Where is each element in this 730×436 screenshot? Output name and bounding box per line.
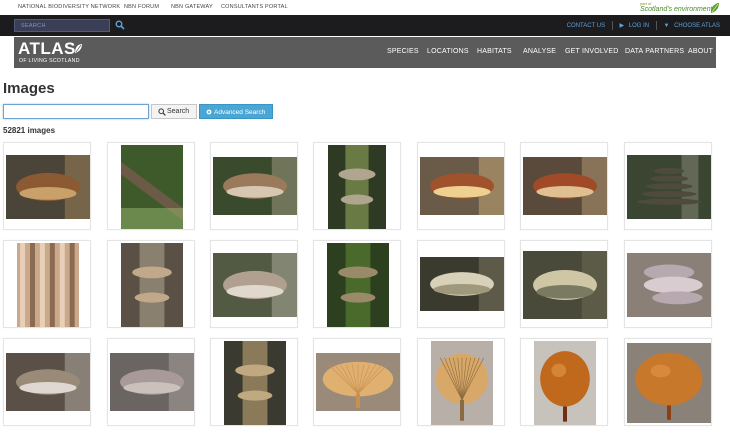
fungus-photo bbox=[121, 243, 183, 327]
image-thumbnail[interactable] bbox=[417, 142, 505, 230]
atlas-logo[interactable]: ATLAS OF LIVING SCOTLAND bbox=[18, 39, 108, 67]
chevron-right-icon: ▶ bbox=[619, 23, 625, 29]
image-thumbnail[interactable] bbox=[520, 338, 608, 426]
nav-item-locations[interactable]: LOCATIONS bbox=[427, 48, 469, 55]
nav-item-species[interactable]: SPECIES bbox=[387, 48, 419, 55]
divider bbox=[655, 21, 657, 30]
image-thumbnail[interactable] bbox=[210, 142, 298, 230]
chevron-down-icon: ▼ bbox=[663, 22, 670, 29]
fungus-photo bbox=[627, 155, 711, 219]
fungus-photo bbox=[431, 341, 493, 425]
image-thumbnail[interactable] bbox=[3, 142, 91, 230]
image-thumbnail[interactable] bbox=[417, 338, 505, 426]
image-thumbnail[interactable] bbox=[3, 240, 91, 328]
top-bar: SEARCH CONTACT US ▶ LOG IN ▼ CHOOSE ATLA… bbox=[0, 15, 730, 36]
fungus-photo bbox=[6, 155, 90, 219]
fungus-photo bbox=[213, 253, 297, 317]
search-icon[interactable] bbox=[115, 20, 125, 30]
scotlands-environment-logo[interactable]: part of Scotland's environment bbox=[640, 1, 720, 15]
fungus-photo bbox=[420, 157, 504, 215]
nav-item-get-involved[interactable]: GET INVOLVED bbox=[565, 48, 619, 55]
util-link-forum[interactable]: NBN FORUM bbox=[124, 4, 159, 10]
leaf-icon bbox=[75, 44, 82, 53]
fungus-photo bbox=[327, 243, 389, 327]
image-thumbnail[interactable] bbox=[624, 142, 712, 230]
nav-item-habitats[interactable]: HABITATS bbox=[477, 48, 512, 55]
fungus-photo bbox=[110, 353, 194, 411]
main-nav: ATLAS OF LIVING SCOTLAND SPECIES LOCATIO… bbox=[14, 37, 716, 68]
image-thumbnail[interactable] bbox=[107, 338, 195, 426]
image-thumbnail[interactable] bbox=[313, 240, 401, 328]
fungus-photo bbox=[627, 253, 711, 317]
fungus-photo bbox=[6, 353, 90, 411]
fungus-photo bbox=[534, 341, 596, 425]
utility-bar: NATIONAL BIODIVERSITY NETWORK NBN FORUM … bbox=[0, 0, 730, 15]
fungus-photo bbox=[224, 341, 286, 425]
util-link-consultants[interactable]: CONSULTANTS PORTAL bbox=[221, 4, 288, 10]
fungus-photo bbox=[523, 251, 607, 319]
leaf-icon bbox=[711, 3, 719, 13]
util-link-gateway[interactable]: NBN GATEWAY bbox=[171, 4, 213, 10]
nav-item-analyse[interactable]: ANALYSE bbox=[523, 48, 556, 55]
image-thumbnail[interactable] bbox=[210, 338, 298, 426]
image-thumbnail[interactable] bbox=[107, 142, 195, 230]
search-button[interactable]: Search bbox=[151, 104, 197, 119]
account-links: CONTACT US ▶ LOG IN ▼ CHOOSE ATLAS bbox=[567, 21, 720, 31]
image-thumbnail[interactable] bbox=[624, 240, 712, 328]
image-thumbnail[interactable] bbox=[313, 142, 401, 230]
fungus-photo bbox=[420, 257, 504, 311]
site-search-input[interactable]: SEARCH bbox=[14, 19, 110, 32]
gear-icon bbox=[206, 109, 212, 115]
page-title: Images bbox=[3, 80, 55, 97]
image-thumbnail[interactable] bbox=[520, 142, 608, 230]
fungus-photo bbox=[213, 157, 297, 215]
nav-menu: SPECIES LOCATIONS HABITATS ANALYSE GET I… bbox=[386, 48, 716, 58]
image-thumbnail[interactable] bbox=[624, 338, 712, 426]
login-link[interactable]: LOG IN bbox=[629, 23, 649, 29]
util-link-nbn[interactable]: NATIONAL BIODIVERSITY NETWORK bbox=[18, 4, 120, 10]
divider bbox=[611, 21, 613, 30]
image-thumbnail[interactable] bbox=[3, 338, 91, 426]
image-thumbnail[interactable] bbox=[107, 240, 195, 328]
image-thumbnail[interactable] bbox=[210, 240, 298, 328]
advanced-search-button[interactable]: Advanced Search bbox=[199, 104, 273, 119]
fungus-photo bbox=[17, 243, 79, 327]
fungus-photo bbox=[121, 145, 183, 229]
contact-us-link[interactable]: CONTACT US bbox=[567, 23, 605, 29]
nav-item-data-partners[interactable]: DATA PARTNERS bbox=[625, 48, 684, 55]
fungus-photo bbox=[328, 145, 386, 229]
fungus-photo bbox=[627, 343, 711, 423]
nav-item-about[interactable]: ABOUT bbox=[688, 48, 713, 55]
choose-atlas-link[interactable]: CHOOSE ATLAS bbox=[674, 23, 720, 29]
result-count: 52821 images bbox=[3, 126, 56, 135]
image-thumbnail[interactable] bbox=[313, 338, 401, 426]
image-thumbnail[interactable] bbox=[520, 240, 608, 328]
image-thumbnail[interactable] bbox=[417, 240, 505, 328]
image-search-input[interactable] bbox=[4, 110, 148, 123]
fungus-photo bbox=[316, 353, 400, 411]
search-icon bbox=[158, 108, 166, 116]
image-search-field[interactable] bbox=[3, 104, 149, 123]
fungus-photo bbox=[523, 157, 607, 215]
